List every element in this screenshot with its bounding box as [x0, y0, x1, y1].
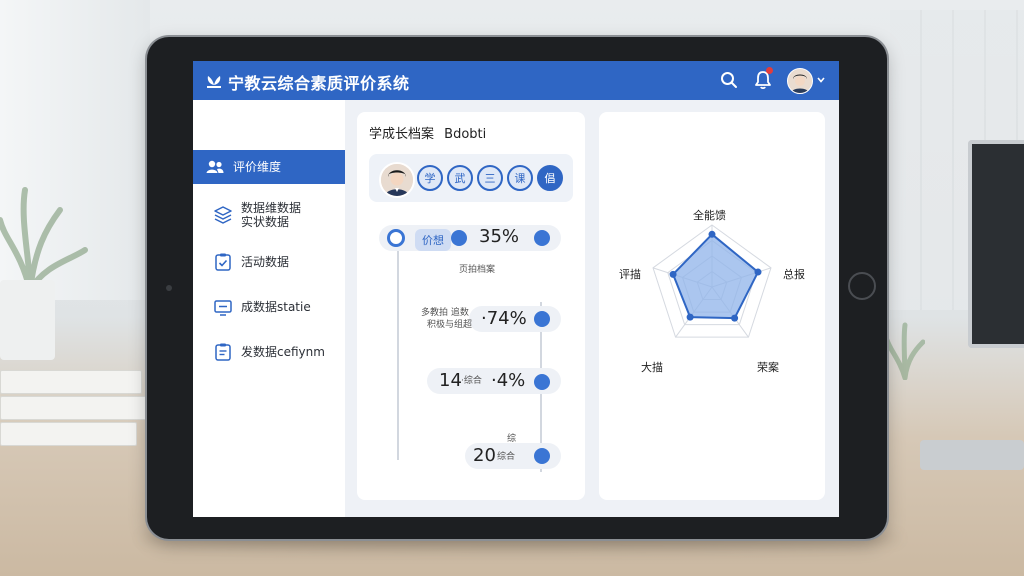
search-icon[interactable]	[720, 71, 738, 89]
sidebar-item-evaluation[interactable]: 评价维度	[193, 150, 345, 184]
radar-label: 大描	[641, 361, 663, 374]
radar-card: 全能馈 总报 荣案 大描 评描	[599, 112, 825, 500]
background-laptop	[920, 440, 1024, 470]
timeline-node	[387, 229, 405, 247]
timeline-value: 20	[473, 445, 496, 466]
sidebar-item-reports[interactable]: 发数据cefiynm	[201, 335, 345, 369]
sidebar-item-label: 发数据cefiynm	[241, 345, 325, 359]
sidebar-item-statistics[interactable]: 成数据statie	[201, 290, 345, 324]
radar-point[interactable]	[669, 270, 677, 278]
radar-label: 评描	[619, 268, 641, 281]
sidebar-item-data-dimensions[interactable]: 数据维数据 实状数据	[201, 195, 345, 235]
timeline-value: 35%	[479, 226, 520, 247]
student-summary: 学 武 三 课 倡	[369, 154, 573, 202]
sidebar-item-label: 活动数据	[241, 255, 290, 269]
radar-point[interactable]	[708, 230, 716, 238]
radar-chart	[652, 224, 772, 338]
growth-profile-card: 学成长档案 Bdobti 学 武 三 课 倡 价想 35% 页拍档案 多教拍 追…	[357, 112, 585, 500]
layers-icon	[214, 206, 232, 224]
timeline-value: 14	[439, 370, 462, 391]
clipboard-icon	[215, 343, 231, 361]
notification-badge	[766, 67, 773, 74]
radar-point[interactable]	[731, 314, 739, 322]
tag-chip[interactable]: 三	[477, 165, 503, 191]
tag-chip[interactable]: 倡	[537, 165, 563, 191]
sidebar-item-label: 数据维数据 实状数据	[241, 201, 302, 229]
timeline-dot	[534, 374, 550, 390]
card-title-text: 学成长档案	[369, 127, 435, 142]
timeline-line	[397, 240, 399, 460]
leaf-logo-icon	[207, 76, 221, 88]
app-title: 宁教云综合素质评价系统	[228, 74, 410, 93]
timeline-value: ·4%	[491, 370, 526, 391]
home-button[interactable]	[848, 272, 876, 300]
timeline-dot	[534, 448, 550, 464]
tag-chip[interactable]: 武	[447, 165, 473, 191]
background-books	[0, 370, 150, 460]
timeline-dot	[534, 311, 550, 327]
sidebar-item-label: 成数据statie	[241, 300, 311, 314]
timeline-caption: 页拍档案	[459, 265, 496, 275]
background-plant-small	[885, 322, 925, 380]
checklist-icon	[215, 253, 231, 271]
timeline-note: 综合	[497, 452, 516, 462]
radar-point[interactable]	[686, 313, 694, 321]
monitor-icon	[214, 300, 232, 316]
sidebar-item-label: 评价维度	[233, 160, 282, 174]
radar-label: 荣案	[757, 361, 779, 374]
radar-label: 总报	[783, 268, 805, 281]
timeline-dot	[534, 230, 550, 246]
timeline-value: ·74%	[481, 308, 527, 329]
timeline-dot	[451, 230, 467, 246]
timeline-note: ·综合	[461, 376, 482, 386]
tag-chip[interactable]: 课	[507, 165, 533, 191]
tag-chip[interactable]: 学	[417, 165, 443, 191]
app-screen: 宁教云综合素质评价系统 评价维度 数据维数据 实状数据 活动数据 成数据stat…	[193, 61, 839, 517]
avatar[interactable]	[787, 68, 813, 94]
sidebar: 评价维度 数据维数据 实状数据 活动数据 成数据statie 发数据cefiyn…	[193, 100, 345, 517]
radar-label: 全能馈	[693, 209, 726, 222]
background-monitor	[968, 140, 1024, 348]
timeline-note: 积极与组超	[427, 320, 473, 330]
timeline-note: 综	[507, 434, 517, 444]
users-icon	[206, 160, 224, 173]
camera	[166, 285, 172, 291]
background-plant	[0, 187, 88, 293]
timeline-tag: 价想	[415, 229, 451, 251]
background-pot	[0, 280, 55, 360]
timeline-note: 多教拍 追数	[421, 308, 469, 318]
sidebar-item-activity[interactable]: 活动数据	[201, 245, 345, 279]
card-title-suffix: Bdobti	[444, 127, 487, 142]
card-title: 学成长档案 Bdobti	[369, 123, 486, 142]
chevron-down-icon[interactable]	[816, 75, 826, 85]
radar-point[interactable]	[754, 268, 762, 276]
student-avatar	[379, 162, 415, 198]
tablet-device: 宁教云综合素质评价系统 评价维度 数据维数据 实状数据 活动数据 成数据stat…	[147, 37, 887, 539]
top-bar: 宁教云综合素质评价系统	[193, 61, 839, 100]
